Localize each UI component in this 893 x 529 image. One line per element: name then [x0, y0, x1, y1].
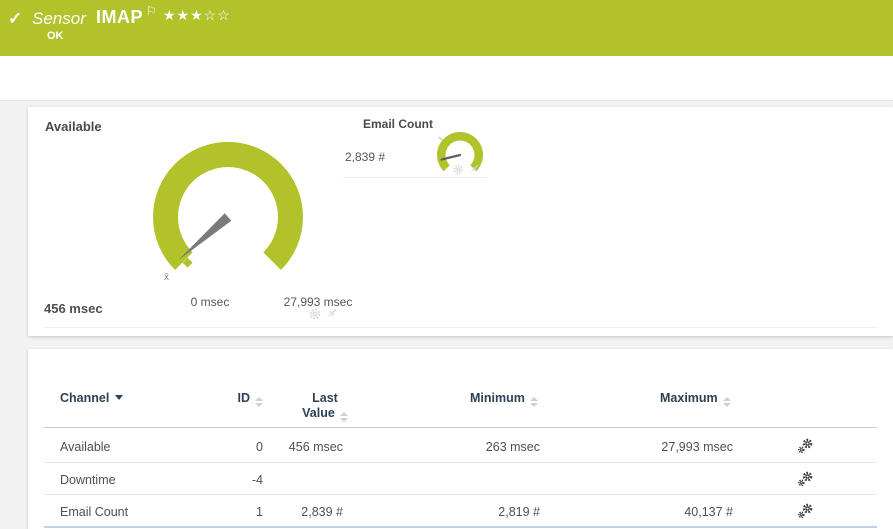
- column-header-id[interactable]: ID: [163, 391, 263, 407]
- sensor-status-badge: OK: [47, 30, 64, 42]
- primary-gauge-average-marker: x̄: [164, 272, 169, 283]
- column-header-maximum[interactable]: Maximum: [660, 391, 731, 407]
- minimum-cell: 263 msec: [485, 440, 540, 454]
- priority-star-rating[interactable]: ★★★☆☆: [163, 7, 231, 24]
- minimum-cell: 2,819 #: [498, 505, 540, 519]
- primary-gauge: x̄: [153, 141, 303, 283]
- channel-name-cell: Downtime: [60, 473, 116, 487]
- sort-toggle-icon: [339, 412, 348, 422]
- channel-name-cell: Email Count: [60, 505, 129, 519]
- column-header-minimum[interactable]: Minimum: [470, 391, 538, 407]
- gauge-row-divider: [44, 327, 877, 328]
- maximum-cell: 40,137 #: [684, 505, 733, 519]
- sensor-status-header: ✓ Sensor IMAP ⚐ ★★★☆☆ OK: [0, 0, 893, 56]
- mini-cell-divider: [343, 177, 487, 178]
- sort-toggle-icon: [529, 397, 538, 407]
- channel-name-cell: Available: [60, 440, 111, 454]
- ok-check-icon: ✓: [8, 9, 23, 28]
- stars-empty: ☆☆: [203, 7, 231, 23]
- primary-channel-gear-icon[interactable]: [308, 307, 324, 321]
- primary-channel-pin-icon[interactable]: [326, 307, 338, 320]
- channel-table-panel: [28, 349, 893, 529]
- maximum-cell: 27,993 msec: [661, 440, 733, 454]
- column-header-last-value-line1[interactable]: Last: [255, 391, 395, 405]
- secondary-gauge-value: 2,839 #: [345, 150, 386, 164]
- primary-gauge-value: 456 msec: [44, 301, 103, 316]
- primary-gauge-arc: [153, 141, 303, 270]
- row-divider: [44, 462, 877, 463]
- gauges-panel: Available x̄ 0 msec 27,993 msec 456 msec: [28, 107, 893, 336]
- table-bottom-divider: [44, 526, 877, 528]
- channel-settings-gears-icon[interactable]: [797, 471, 813, 487]
- column-header-channel[interactable]: Channel: [60, 391, 124, 405]
- last-value-cell: 2,839 #: [301, 505, 343, 519]
- channel-settings-gears-icon[interactable]: [797, 438, 813, 454]
- sort-descending-icon: [115, 395, 124, 400]
- stars-filled: ★★★: [163, 7, 204, 23]
- sensor-overview-page: ✓ Sensor IMAP ⚐ ★★★☆☆ OK Overview ((•)) …: [0, 0, 893, 529]
- sensor-type-label: Sensor: [32, 9, 86, 28]
- secondary-channel-pin-icon[interactable]: [469, 163, 480, 175]
- primary-gauge-needle: [178, 213, 232, 261]
- last-value-cell: 456 msec: [288, 440, 343, 454]
- primary-gauge-min-label: 0 msec: [190, 295, 230, 309]
- primary-gauge-title: Available: [45, 119, 102, 134]
- row-divider: [44, 494, 877, 495]
- sort-toggle-icon: [722, 397, 731, 407]
- secondary-gauge-average-marker: [438, 136, 443, 141]
- column-header-last-value-line2[interactable]: Value: [255, 406, 395, 422]
- channel-settings-gears-icon[interactable]: [797, 503, 813, 519]
- table-header-divider: [44, 427, 877, 428]
- secondary-gauge-title: Email Count: [363, 117, 434, 131]
- channel-id-cell: -4: [251, 473, 263, 487]
- sensor-name: IMAP: [96, 7, 143, 27]
- priority-flag-icon[interactable]: ⚐: [146, 4, 157, 18]
- tab-bar: Overview ((•)) Live Data 2 days 30 days …: [0, 56, 893, 154]
- secondary-channel-gear-icon[interactable]: [452, 163, 466, 176]
